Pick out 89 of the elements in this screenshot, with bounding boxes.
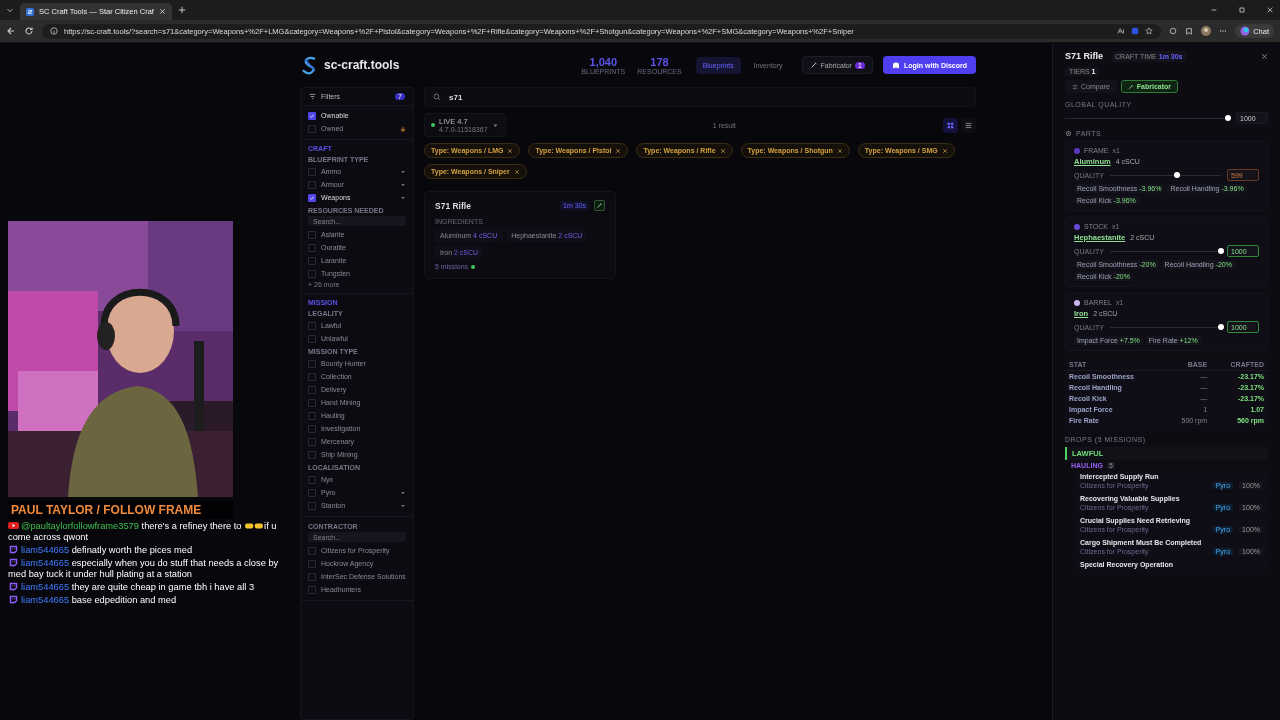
checkbox[interactable] [308, 334, 316, 343]
checkbox[interactable] [308, 411, 316, 420]
youtube-icon [8, 521, 19, 530]
list-icon [965, 121, 972, 129]
wrench-icon [1127, 83, 1134, 90]
twitch-icon [8, 545, 19, 554]
checkbox[interactable] [308, 559, 316, 568]
chat-message: liam544665 they are quite cheap in game tbh i have all 3 [8, 582, 298, 593]
checkbox[interactable] [308, 167, 316, 176]
slider-handle[interactable] [1225, 115, 1231, 121]
tab-list-icon[interactable] [6, 6, 14, 14]
checkbox[interactable] [308, 243, 316, 252]
minimize-icon[interactable] [1210, 6, 1218, 14]
fist-bump-icon [244, 522, 265, 530]
wrench-icon [596, 202, 603, 209]
card-title: S71 Rifle [435, 200, 472, 211]
checkbox[interactable] [308, 385, 316, 394]
checkbox[interactable] [308, 424, 316, 433]
checkbox[interactable] [308, 488, 316, 497]
copilot-icon [1240, 26, 1251, 36]
caret-icon[interactable] [400, 168, 406, 175]
wrench-icon [809, 61, 818, 69]
caret-icon[interactable] [400, 502, 406, 509]
caret-icon[interactable] [400, 489, 406, 496]
close-icon[interactable] [1266, 6, 1274, 14]
stat-value: 178 [650, 55, 669, 68]
remove-icon[interactable] [719, 147, 726, 154]
checkbox[interactable] [308, 372, 316, 381]
remove-icon[interactable] [941, 147, 948, 154]
checkbox[interactable] [308, 475, 316, 484]
streamer-name-banner: PAUL TAYLOR / FOLLOW FRAME [8, 501, 233, 519]
slider-handle[interactable] [1218, 248, 1224, 254]
search-field[interactable]: s71 [424, 87, 976, 107]
site-logo-text[interactable]: sc-craft.tools [324, 58, 400, 72]
close-icon[interactable] [158, 8, 166, 15]
star-icon[interactable] [1145, 27, 1154, 35]
chat-message: liam544665 definatly worth the pices med [8, 545, 298, 556]
extension-icon[interactable] [1131, 27, 1140, 35]
controller-icon [892, 61, 900, 69]
caret-icon [491, 121, 499, 129]
more-icon[interactable] [1219, 27, 1228, 35]
checkbox[interactable] [308, 437, 316, 446]
checkbox[interactable] [308, 269, 316, 278]
checkbox[interactable] [308, 230, 316, 239]
twitch-icon [8, 595, 19, 604]
back-icon[interactable] [6, 26, 16, 36]
checkbox[interactable] [308, 450, 316, 459]
favicon-icon [26, 7, 34, 16]
caret-icon[interactable] [400, 181, 406, 188]
grid-icon [947, 121, 954, 129]
remove-icon[interactable] [513, 168, 520, 175]
remove-icon[interactable] [507, 147, 514, 154]
checkbox[interactable] [308, 572, 316, 581]
close-icon[interactable] [1261, 52, 1268, 60]
checkbox[interactable] [308, 321, 316, 330]
checkbox[interactable] [308, 256, 316, 265]
view-toggle[interactable] [961, 117, 976, 133]
gear-icon [1065, 130, 1072, 137]
slider-handle[interactable] [1218, 324, 1224, 330]
checkbox[interactable] [308, 398, 316, 407]
caret-icon[interactable] [400, 194, 406, 201]
status-dot [471, 264, 476, 269]
slider-handle[interactable] [1173, 172, 1180, 178]
new-tab-icon[interactable] [177, 6, 186, 14]
read-aloud-icon[interactable] [1117, 27, 1126, 35]
profile-avatar-icon[interactable] [1201, 26, 1212, 36]
checkbox[interactable] [308, 359, 316, 368]
maximize-icon[interactable] [1238, 6, 1246, 14]
checkbox[interactable] [308, 501, 316, 510]
checkbox[interactable] [308, 180, 316, 189]
twitch-icon [8, 582, 19, 591]
view-toggle[interactable] [943, 117, 958, 133]
site-info-icon[interactable] [50, 27, 58, 35]
panel-title: S71 Rifle [1065, 51, 1104, 61]
checkbox[interactable] [308, 124, 316, 133]
stat-value: 1,040 [589, 55, 618, 68]
remove-icon[interactable] [615, 147, 622, 154]
chat-message: liam544665 base edpedition and med [8, 595, 298, 606]
checkbox[interactable] [308, 585, 316, 594]
twitch-icon [8, 558, 19, 567]
checkbox[interactable] [308, 546, 316, 555]
filter-icon [309, 93, 316, 100]
fabricator-button[interactable] [594, 200, 605, 211]
swap-icon [1072, 83, 1078, 90]
favorites-icon[interactable] [1185, 27, 1194, 35]
remove-icon[interactable] [836, 147, 843, 154]
checkbox[interactable] [308, 193, 316, 202]
checkbox[interactable] [308, 111, 316, 120]
search-icon [433, 93, 441, 101]
